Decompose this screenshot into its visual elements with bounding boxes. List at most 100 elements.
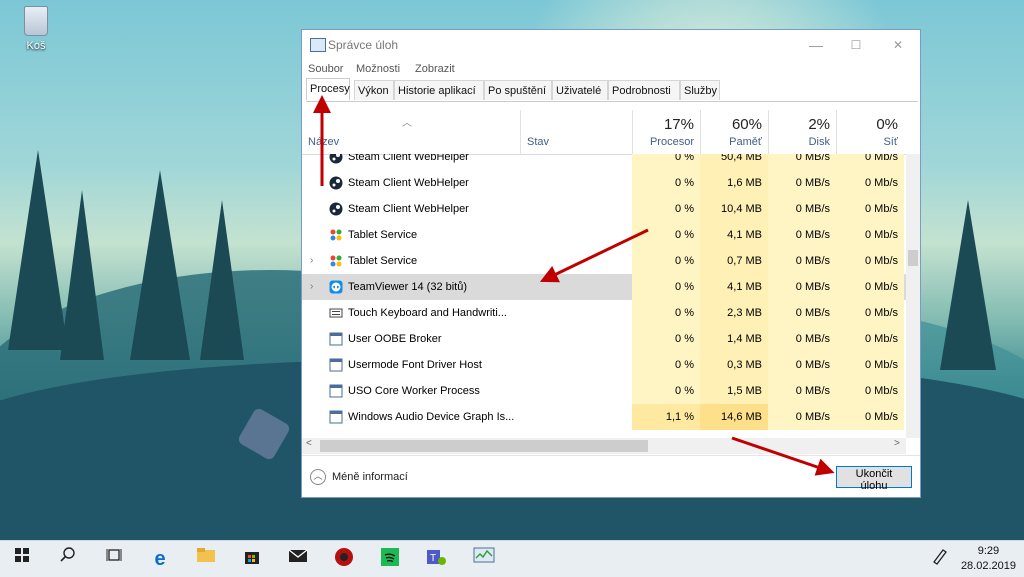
process-network: 0 Mb/s bbox=[836, 154, 904, 170]
process-name: Windows Audio Device Graph Is... bbox=[348, 411, 515, 423]
task-manager-window: Správce úloh — ☐ ✕ Soubor Možnosti Zobra… bbox=[301, 29, 921, 498]
process-disk: 0 MB/s bbox=[768, 300, 836, 326]
tab-sluzby[interactable]: Služby bbox=[680, 80, 720, 100]
scroll-right-icon[interactable]: > bbox=[894, 438, 900, 449]
window-footer: ︿ Méně informací Ukončit úlohu bbox=[302, 455, 920, 498]
process-name: Usermode Font Driver Host bbox=[348, 359, 482, 371]
recycle-bin-icon bbox=[24, 6, 48, 36]
sort-up-icon: ︿ bbox=[402, 118, 412, 129]
process-disk: 0 MB/s bbox=[768, 222, 836, 248]
chevron-up-icon: ︿ bbox=[310, 469, 326, 485]
close-button[interactable]: ✕ bbox=[878, 33, 918, 57]
title-bar[interactable]: Správce úloh — ☐ ✕ bbox=[302, 30, 920, 60]
tab-podrobnosti[interactable]: Podrobnosti bbox=[608, 80, 680, 100]
task-view-icon[interactable] bbox=[102, 547, 126, 571]
process-icon bbox=[329, 410, 343, 424]
file-explorer-icon[interactable] bbox=[194, 547, 218, 571]
mail-icon[interactable] bbox=[286, 547, 310, 571]
process-network: 0 Mb/s bbox=[836, 196, 904, 222]
horizontal-scrollbar[interactable]: < > bbox=[302, 438, 906, 454]
process-name: USO Core Worker Process bbox=[348, 385, 480, 397]
pen-workspace-icon[interactable] bbox=[928, 547, 952, 571]
process-network: 0 Mb/s bbox=[836, 274, 904, 300]
disk-label: Disk bbox=[808, 136, 830, 148]
steam-icon bbox=[329, 176, 343, 190]
expand-chevron-icon[interactable]: › bbox=[310, 274, 322, 300]
process-row[interactable]: › TeamViewer 14 (32 bitů) 0 % 4,1 MB 0 MB/s 0… bbox=[302, 274, 906, 300]
expand-chevron-icon[interactable]: › bbox=[310, 248, 322, 274]
process-disk: 0 MB/s bbox=[768, 326, 836, 352]
process-cpu: 0 % bbox=[632, 248, 700, 274]
process-memory: 14,6 MB bbox=[700, 404, 768, 430]
store-icon[interactable] bbox=[240, 547, 264, 571]
recycle-bin-label: Koš bbox=[26, 40, 46, 52]
process-network: 0 Mb/s bbox=[836, 248, 904, 274]
task-manager-icon[interactable] bbox=[472, 547, 496, 571]
vertical-scrollbar[interactable] bbox=[906, 154, 920, 438]
col-disk-header[interactable]: 2% Disk bbox=[768, 110, 836, 154]
process-disk: 0 MB/s bbox=[768, 274, 836, 300]
end-task-button[interactable]: Ukončit úlohu bbox=[836, 466, 912, 492]
process-memory: 1,6 MB bbox=[700, 170, 768, 196]
process-disk: 0 MB/s bbox=[768, 154, 836, 170]
tab-po-spusteni[interactable]: Po spuštění bbox=[484, 80, 552, 100]
process-network: 0 Mb/s bbox=[836, 378, 904, 404]
search-icon[interactable] bbox=[56, 547, 80, 571]
col-status-header[interactable]: Stav bbox=[520, 110, 632, 154]
col-name-label: Název bbox=[308, 136, 340, 148]
process-name: User OOBE Broker bbox=[348, 333, 442, 345]
process-icon bbox=[329, 384, 343, 398]
process-row[interactable]: User OOBE Broker 0 % 1,4 MB 0 MB/s 0 Mb/s bbox=[302, 326, 906, 352]
game-icon[interactable] bbox=[332, 547, 356, 571]
process-row[interactable]: Steam Client WebHelper 0 % 50,4 MB 0 MB/s 0 … bbox=[302, 154, 906, 170]
windows-start-icon[interactable] bbox=[10, 547, 34, 571]
col-mem-header[interactable]: 60% Paměť bbox=[700, 110, 768, 154]
less-info-toggle[interactable]: ︿ Méně informací bbox=[310, 469, 408, 485]
process-icon bbox=[329, 332, 343, 346]
spotify-icon[interactable] bbox=[378, 547, 402, 571]
minimize-button[interactable]: — bbox=[796, 33, 836, 57]
process-network: 0 Mb/s bbox=[836, 326, 904, 352]
process-disk: 0 MB/s bbox=[768, 404, 836, 430]
process-row[interactable]: Touch Keyboard and Handwriti... 0 % 2,3 MB… bbox=[302, 300, 906, 326]
menu-zobrazit[interactable]: Zobrazit bbox=[415, 63, 455, 75]
menu-soubor[interactable]: Soubor bbox=[308, 63, 343, 75]
process-row[interactable]: Tablet Service 0 % 4,1 MB 0 MB/s 0 Mb/s bbox=[302, 222, 906, 248]
col-cpu-header[interactable]: 17% Procesor bbox=[632, 110, 700, 154]
process-name: Steam Client WebHelper bbox=[348, 154, 469, 163]
process-row[interactable]: › Tablet Service 0 % 0,7 MB 0 MB/s 0 Mb/s bbox=[302, 248, 906, 274]
col-name-header[interactable]: ︿ Název bbox=[302, 110, 520, 154]
process-memory: 0,7 MB bbox=[700, 248, 768, 274]
menu-moznosti[interactable]: Možnosti bbox=[356, 63, 400, 75]
process-network: 0 Mb/s bbox=[836, 352, 904, 378]
horizontal-scroll-thumb[interactable] bbox=[320, 440, 648, 452]
edge-icon[interactable]: e bbox=[148, 547, 172, 571]
tab-historie-aplikaci[interactable]: Historie aplikací bbox=[394, 80, 484, 100]
process-row[interactable]: Steam Client WebHelper 0 % 1,6 MB 0 MB/s 0 M… bbox=[302, 170, 906, 196]
system-clock[interactable]: 9:29 28.02.2019 bbox=[961, 544, 1016, 574]
less-info-label: Méně informací bbox=[332, 471, 408, 483]
svg-text:T: T bbox=[430, 553, 436, 564]
tab-procesy[interactable]: Procesy bbox=[306, 78, 350, 100]
tab-vykon[interactable]: Výkon bbox=[354, 80, 394, 100]
scroll-left-icon[interactable]: < bbox=[306, 438, 312, 449]
process-row[interactable]: USO Core Worker Process 0 % 1,5 MB 0 MB/s 0 … bbox=[302, 378, 906, 404]
net-label: Síť bbox=[883, 136, 898, 148]
vertical-scroll-thumb[interactable] bbox=[908, 250, 918, 266]
teams-icon[interactable]: T bbox=[424, 547, 448, 571]
tab-uzivatele[interactable]: Uživatelé bbox=[552, 80, 608, 100]
process-row[interactable]: Windows Audio Device Graph Is... 1,1 % 14,… bbox=[302, 404, 906, 430]
tree-silhouette bbox=[8, 150, 68, 350]
maximize-button[interactable]: ☐ bbox=[836, 33, 876, 57]
col-net-header[interactable]: 0% Síť bbox=[836, 110, 904, 154]
process-network: 0 Mb/s bbox=[836, 404, 904, 430]
recycle-bin[interactable]: Koš bbox=[16, 6, 56, 52]
tree-silhouette bbox=[940, 200, 996, 370]
process-row[interactable]: Usermode Font Driver Host 0 % 0,3 MB 0 MB/s… bbox=[302, 352, 906, 378]
process-row[interactable]: Steam Client WebHelper 0 % 10,4 MB 0 MB/s 0 … bbox=[302, 196, 906, 222]
mem-label: Paměť bbox=[729, 136, 762, 148]
mem-total-pct: 60% bbox=[731, 116, 762, 133]
steam-icon bbox=[329, 202, 343, 216]
taskbar: e T 9:29 28.02.2019 bbox=[0, 540, 1024, 577]
cpu-label: Procesor bbox=[649, 136, 694, 148]
